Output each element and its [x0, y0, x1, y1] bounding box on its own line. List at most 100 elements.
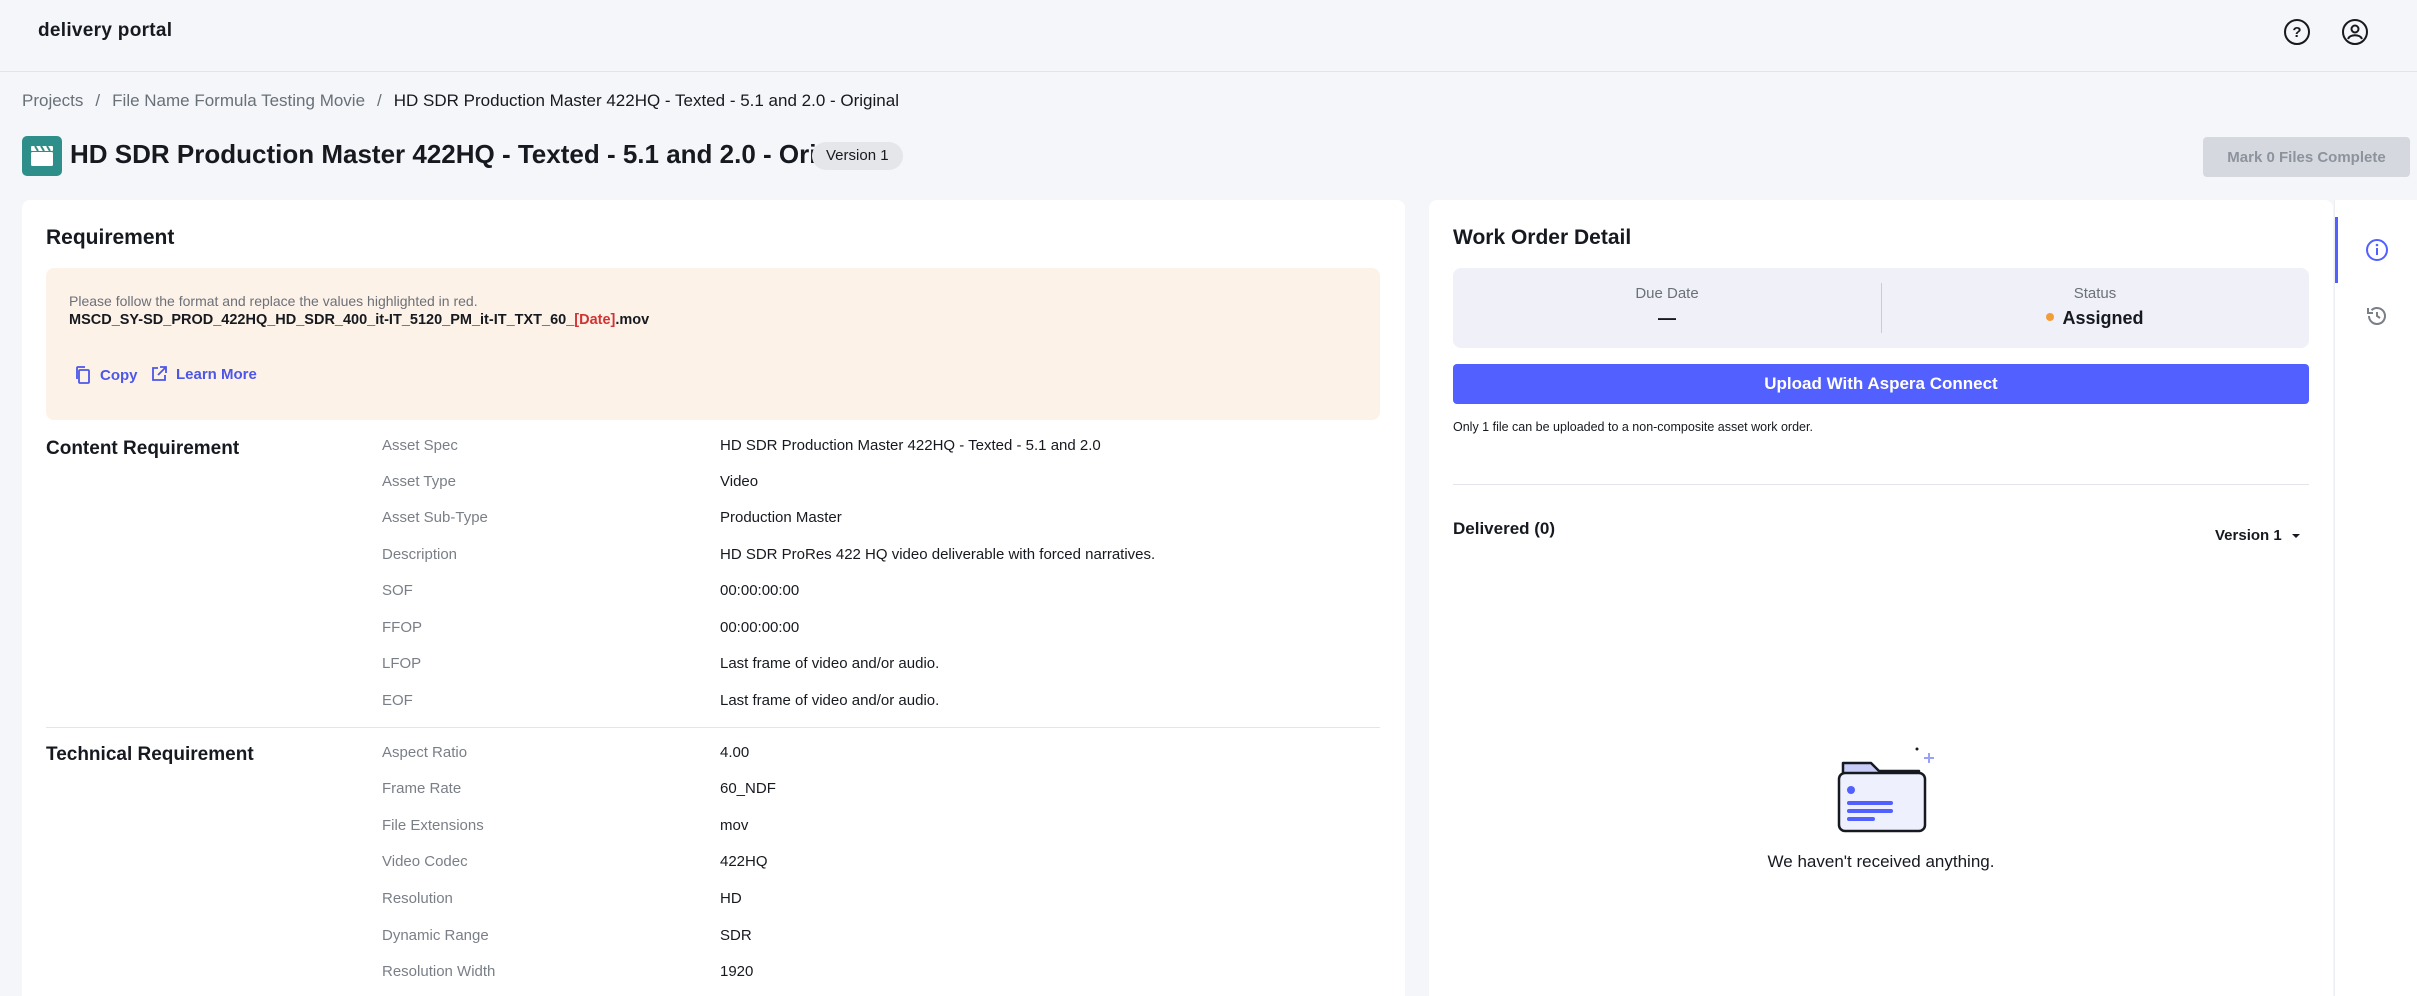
section-divider [1453, 484, 2309, 485]
rail-active-indicator [2335, 217, 2338, 283]
formula-prefix: MSCD_SY-SD_PROD_422HQ_HD_SDR_400_it-IT_5… [69, 312, 575, 328]
breadcrumb-separator: / [95, 91, 101, 110]
copy-button[interactable]: Copy [74, 365, 138, 385]
status-badge: Assigned [1881, 308, 2309, 329]
copy-icon [76, 366, 90, 384]
req-label: Asset Type [382, 473, 456, 490]
status: Status Assigned [1881, 268, 2309, 348]
breadcrumb-projects[interactable]: Projects [22, 91, 83, 111]
due-status-box: Due Date — Status Assigned [1453, 268, 2309, 348]
req-row-eof: EOF Last frame of video and/or audio. [382, 692, 1372, 716]
work-order-title: Work Order Detail [1453, 226, 1632, 249]
req-row-asset-type: Asset Type Video [382, 473, 1372, 497]
req-label: SOF [382, 582, 413, 599]
req-value: mov [720, 817, 749, 834]
req-value: 4.00 [720, 744, 750, 761]
content-requirement-title: Content Requirement [46, 438, 240, 459]
req-label: Aspect Ratio [382, 744, 468, 761]
req-label: Video Codec [382, 853, 468, 870]
user-glyph [2347, 24, 2363, 40]
status-dot-icon [2046, 313, 2055, 322]
req-label: File Extensions [382, 817, 484, 834]
req-value: HD [720, 890, 742, 907]
req-row-asset-sub-type: Asset Sub-Type Production Master [382, 509, 1372, 533]
info-glyph [2366, 239, 2388, 261]
req-value: Last frame of video and/or audio. [720, 692, 940, 709]
empty-state-text: We haven't received anything. [1767, 852, 1995, 871]
req-row-description: Description HD SDR ProRes 422 HQ video de… [382, 546, 1372, 570]
req-label: FFOP [382, 619, 422, 636]
status-label: Status [2073, 285, 2117, 302]
page-title: HD SDR Production Master 422HQ - Texted … [70, 139, 878, 169]
req-label: Description [382, 546, 458, 563]
req-row-dynamic-range: Dynamic Range SDR [382, 927, 1372, 951]
req-value: 60_NDF [720, 780, 776, 797]
delivered-title: Delivered (0) [1453, 519, 1556, 538]
file-name-formula: MSCD_SY-SD_PROD_422HQ_HD_SDR_400_it-IT_5… [69, 312, 649, 328]
due-date-label: Due Date [1635, 285, 1699, 302]
req-value: HD SDR ProRes 422 HQ video deliverable w… [720, 546, 1156, 563]
due-date: Due Date — [1453, 268, 1881, 348]
upload-aspera-button[interactable]: Upload With Aspera Connect [1453, 364, 2309, 404]
caret-down-icon [2291, 533, 2300, 538]
req-label: Asset Sub-Type [382, 509, 488, 526]
info-icon[interactable] [2365, 238, 2389, 262]
req-value: 00:00:00:00 [720, 619, 800, 636]
req-value: 00:00:00:00 [720, 582, 800, 599]
learn-more-link[interactable]: Learn More [150, 365, 257, 383]
breadcrumb: Projects / File Name Formula Testing Mov… [22, 91, 899, 111]
req-label: EOF [382, 692, 413, 709]
requirement-title: Requirement [46, 226, 175, 249]
user-circle-icon[interactable] [2342, 19, 2368, 45]
req-value: Video [720, 473, 759, 490]
technical-requirement-title: Technical Requirement [46, 744, 254, 765]
top-bar: delivery portal ? [0, 0, 2417, 72]
req-label: Frame Rate [382, 780, 462, 797]
req-label: Asset Spec [382, 437, 458, 454]
version-badge: Version 1 [812, 142, 903, 170]
formula-instructions: Please follow the format and replace the… [69, 293, 478, 309]
history-glyph [2367, 307, 2386, 325]
side-rail [2334, 200, 2417, 996]
req-row-sof: SOF 00:00:00:00 [382, 582, 1372, 606]
req-row-resolution: Resolution HD [382, 890, 1372, 914]
formula-suffix: .mov [615, 312, 650, 328]
app-logo[interactable]: delivery portal [38, 20, 172, 42]
copy-label: Copy [100, 366, 138, 384]
history-icon[interactable] [2365, 304, 2389, 328]
req-row-video-codec: Video Codec 422HQ [382, 853, 1372, 877]
section-divider [46, 727, 1380, 728]
file-name-formula-box: Please follow the format and replace the… [46, 268, 1380, 420]
req-label: Dynamic Range [382, 927, 489, 944]
req-value: SDR [720, 927, 752, 944]
req-row-ffop: FFOP 00:00:00:00 [382, 619, 1372, 643]
requirement-panel: Requirement Please follow the format and… [22, 200, 1405, 996]
breadcrumb-current: HD SDR Production Master 422HQ - Texted … [393, 91, 899, 110]
req-value: Production Master [720, 509, 842, 526]
empty-folder-icon [1837, 747, 1934, 833]
req-label: LFOP [382, 655, 422, 672]
req-label: Resolution [382, 890, 453, 907]
mark-files-complete-button[interactable]: Mark 0 Files Complete [2203, 137, 2410, 177]
req-value: 1920 [720, 963, 754, 980]
req-value: HD SDR Production Master 422HQ - Texted … [720, 437, 1101, 454]
req-row-aspect-ratio: Aspect Ratio 4.00 [382, 744, 1372, 768]
breadcrumb-separator: / [377, 91, 382, 110]
help-circle-icon[interactable]: ? [2284, 19, 2310, 45]
version-select-value: Version 1 [2215, 527, 2282, 544]
req-row-resolution-width: Resolution Width 1920 [382, 963, 1372, 987]
clapperboard-glyph [31, 145, 53, 166]
clapperboard-icon [22, 136, 62, 176]
req-row-lfop: LFOP Last frame of video and/or audio. [382, 655, 1372, 679]
formula-highlight: [Date] [574, 312, 616, 328]
due-date-value: — [1658, 308, 1676, 328]
version-select[interactable]: Version 1 [2215, 527, 2302, 544]
breadcrumb-movie[interactable]: File Name Formula Testing Movie [112, 91, 365, 111]
req-row-frame-rate: Frame Rate 60_NDF [382, 780, 1372, 804]
req-value: Last frame of video and/or audio. [720, 655, 940, 672]
req-row-file-extensions: File Extensions mov [382, 817, 1372, 841]
req-value: 422HQ [720, 853, 768, 870]
status-value: Assigned [2062, 308, 2144, 328]
external-link-icon [152, 366, 167, 381]
req-row-asset-spec: Asset Spec HD SDR Production Master 422HQ… [382, 437, 1372, 461]
